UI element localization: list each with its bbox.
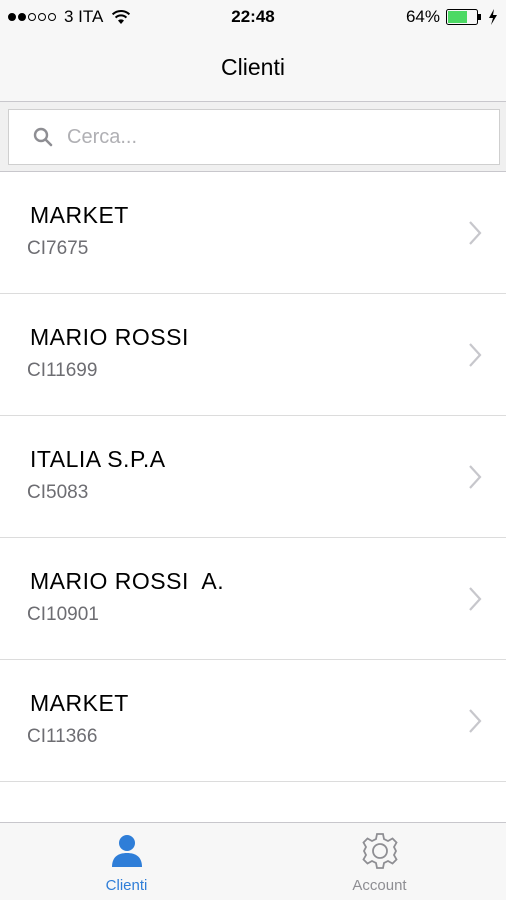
client-name: MARIO ROSSI A. (30, 568, 225, 594)
client-code: CI11699 (27, 360, 98, 381)
status-bar: 3 ITA 22:48 64% (0, 0, 506, 34)
client-list: MARKET CI7675 MARIO ROSSI CI11699 ITALIA… (0, 172, 506, 782)
client-name: ITALIA S.P.A (30, 446, 166, 472)
client-code: CI10901 (27, 604, 99, 625)
search-icon (33, 127, 53, 147)
client-row[interactable]: MARKET CI7675 (0, 172, 506, 294)
battery-icon (446, 9, 481, 25)
chevron-right-icon (469, 221, 482, 245)
tab-account[interactable]: Account (253, 823, 506, 900)
tab-label: Account (352, 877, 407, 894)
gear-icon (361, 833, 398, 869)
tab-clienti[interactable]: Clienti (0, 823, 253, 900)
client-name: MARKET (30, 202, 129, 228)
client-name: MARIO ROSSI (30, 324, 189, 350)
search-field[interactable] (8, 109, 500, 165)
client-row[interactable]: MARIO ROSSI A. CI10901 (0, 538, 506, 660)
client-row[interactable]: ITALIA S.P.A CI5083 (0, 416, 506, 538)
client-code: CI7675 (27, 238, 89, 259)
battery-percent: 64% (405, 7, 440, 26)
chevron-right-icon (469, 343, 482, 367)
person-icon (111, 835, 142, 867)
tab-label: Clienti (105, 877, 148, 894)
status-right: 64% (406, 7, 498, 27)
chevron-right-icon (469, 709, 482, 733)
client-code: CI5083 (27, 482, 89, 503)
client-row[interactable]: MARIO ROSSI CI11699 (0, 294, 506, 416)
navigation-bar: Clienti (0, 34, 506, 102)
chevron-right-icon (469, 587, 482, 611)
client-code: CI11366 (27, 726, 98, 747)
client-name: MARKET (30, 690, 129, 716)
tab-bar: Clienti Account (0, 822, 506, 900)
search-bar (0, 102, 506, 172)
chevron-right-icon (469, 465, 482, 489)
page-title: Clienti (221, 54, 285, 80)
charging-icon (489, 9, 497, 25)
client-row[interactable]: MARKET CI11366 (0, 660, 506, 782)
search-input[interactable] (67, 125, 467, 149)
